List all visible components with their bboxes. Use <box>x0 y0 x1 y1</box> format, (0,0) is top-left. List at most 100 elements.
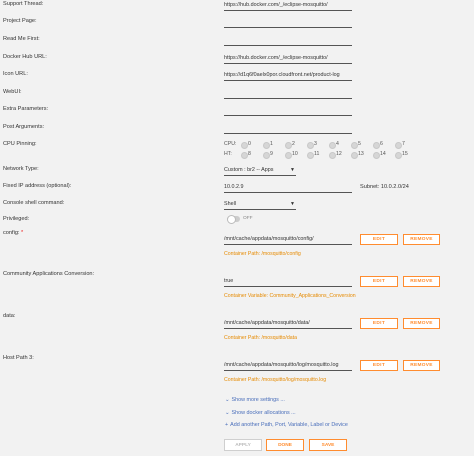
label-community-conversion: Community Applications Conversion: <box>3 271 95 277</box>
data-container-path: Container Path: /mosquitto/data <box>224 335 297 341</box>
ht-core-label: 10 <box>292 151 298 157</box>
read-me-first-input[interactable] <box>224 36 352 46</box>
ht-checkbox-8[interactable] <box>241 152 248 159</box>
config-path-input[interactable]: /mnt/cache/appdata/mosquitto/config/ <box>224 235 352 245</box>
label-icon-url: Icon URL: <box>3 71 28 77</box>
chevron-down-icon: ▼ <box>290 167 295 173</box>
ht-checkbox-12[interactable] <box>329 152 336 159</box>
community-edit-button[interactable]: EDIT <box>360 276 398 287</box>
cpu-core-label: 1 <box>270 141 273 147</box>
ht-checkbox-11[interactable] <box>307 152 314 159</box>
data-path-input[interactable]: /mnt/cache/appdata/mosquitto/data/ <box>224 319 352 329</box>
ht-core-label: 13 <box>358 151 364 157</box>
ht-checkbox-9[interactable] <box>263 152 270 159</box>
label-console-shell: Console shell command: <box>3 200 65 206</box>
cpu-checkbox-6[interactable] <box>373 142 380 149</box>
show-docker-allocations-text: Show docker allocations ... <box>231 410 296 416</box>
ht-core-label: 15 <box>402 151 408 157</box>
webui-input[interactable] <box>224 89 352 99</box>
label-network-type: Network Type: <box>3 166 39 172</box>
console-shell-value: Shell <box>224 201 236 207</box>
label-data: data: <box>3 313 16 319</box>
label-privileged: Privileged: <box>3 216 30 222</box>
chevron-down-icon: ⌄ <box>225 410 230 416</box>
cpu-core-label: 7 <box>402 141 405 147</box>
config-edit-button[interactable]: EDIT <box>360 234 398 245</box>
cpu-core-label: 0 <box>248 141 251 147</box>
config-remove-button[interactable]: REMOVE <box>403 234 440 245</box>
show-more-settings-link[interactable]: ⌄ Show more settings ... <box>225 397 285 403</box>
label-read-me-first: Read Me First: <box>3 36 40 42</box>
support-thread-input[interactable]: https://hub.docker.com/_/eclipse-mosquit… <box>224 1 352 11</box>
cpu-core-label: 2 <box>292 141 295 147</box>
community-remove-button[interactable]: REMOVE <box>403 276 440 287</box>
label-post-arguments: Post Arguments: <box>3 124 45 130</box>
apply-button[interactable]: APPLY <box>224 439 262 451</box>
cpu-core-label: 5 <box>358 141 361 147</box>
label-docker-hub-url: Docker Hub URL: <box>3 54 47 60</box>
cpu-checkbox-0[interactable] <box>241 142 248 149</box>
label-config: config: * <box>3 230 23 236</box>
community-container-variable: Container Variable: Community_Applicatio… <box>224 293 356 299</box>
console-shell-select[interactable]: Shell ▼ <box>224 200 296 210</box>
ht-checkbox-13[interactable] <box>351 152 358 159</box>
cpu-checkbox-5[interactable] <box>351 142 358 149</box>
plus-icon: + <box>225 422 229 428</box>
cpu-checkbox-4[interactable] <box>329 142 336 149</box>
privileged-state: OFF <box>243 216 253 221</box>
host-path-3-input[interactable]: /mnt/cache/appdata/mosquitto/log/mosquit… <box>224 361 352 371</box>
post-arguments-input[interactable] <box>224 124 352 134</box>
label-cpu-pinning: CPU Pinning: <box>3 141 37 147</box>
config-container-path: Container Path: /mosquitto/config <box>224 251 301 257</box>
data-remove-button[interactable]: REMOVE <box>403 318 440 329</box>
cpu-checkbox-1[interactable] <box>263 142 270 149</box>
show-docker-allocations-link[interactable]: ⌄ Show docker allocations ... <box>225 410 296 416</box>
cpu-core-label: 6 <box>380 141 383 147</box>
label-project-page: Project Page: <box>3 18 37 24</box>
community-conversion-input[interactable]: true <box>224 277 352 287</box>
docker-hub-url-input[interactable]: https://hub.docker.com/_/eclipse-mosquit… <box>224 54 352 64</box>
network-type-value: Custom : br2 -- Apps <box>224 167 274 173</box>
project-page-input[interactable] <box>224 18 352 28</box>
done-button[interactable]: DONE <box>266 439 304 451</box>
host-path-3-container-path: Container Path: /mosquitto/log/mosquitto… <box>224 377 327 383</box>
ht-core-label: 14 <box>380 151 386 157</box>
cpu-core-label: 3 <box>314 141 317 147</box>
ht-core-label: 8 <box>248 151 251 157</box>
chevron-down-icon: ⌄ <box>225 397 230 403</box>
ht-core-label: 12 <box>336 151 342 157</box>
privileged-toggle[interactable] <box>227 215 240 224</box>
icon-url-input[interactable]: https://d1q6f0aelx0por.cloudfront.net/pr… <box>224 71 352 81</box>
chevron-down-icon: ▼ <box>290 201 295 207</box>
show-more-settings-text: Show more settings ... <box>231 397 285 403</box>
cpu-row-label: CPU: <box>224 141 237 147</box>
save-button[interactable]: SAVE <box>309 439 347 451</box>
cpu-checkbox-3[interactable] <box>307 142 314 149</box>
ht-core-label: 11 <box>314 151 320 157</box>
subnet-text: Subnet: 10.0.2.0/24 <box>360 184 409 190</box>
host-path-3-edit-button[interactable]: EDIT <box>360 360 398 371</box>
label-config-text: config: <box>3 230 20 236</box>
ht-core-label: 9 <box>270 151 273 157</box>
ht-checkbox-10[interactable] <box>285 152 292 159</box>
label-fixed-ip: Fixed IP address (optional): <box>3 183 72 189</box>
cpu-checkbox-2[interactable] <box>285 142 292 149</box>
ht-row-label: HT: <box>224 151 232 157</box>
label-support-thread: Support Thread: <box>3 1 44 7</box>
extra-parameters-input[interactable] <box>224 106 352 116</box>
toggle-knob <box>227 215 236 224</box>
label-host-path-3: Host Path 3: <box>3 355 34 361</box>
add-another-link[interactable]: + Add another Path, Port, Variable, Label… <box>225 422 348 428</box>
host-path-3-remove-button[interactable]: REMOVE <box>403 360 440 371</box>
network-type-select[interactable]: Custom : br2 -- Apps ▼ <box>224 166 296 176</box>
label-extra-parameters: Extra Parameters: <box>3 106 49 112</box>
ht-checkbox-14[interactable] <box>373 152 380 159</box>
ht-checkbox-15[interactable] <box>395 152 402 159</box>
label-webui: WebUI: <box>3 89 22 95</box>
add-another-text: Add another Path, Port, Variable, Label … <box>230 422 348 428</box>
required-marker: * <box>21 230 24 236</box>
cpu-core-label: 4 <box>336 141 339 147</box>
cpu-checkbox-7[interactable] <box>395 142 402 149</box>
data-edit-button[interactable]: EDIT <box>360 318 398 329</box>
fixed-ip-input[interactable]: 10.0.2.9 <box>224 183 352 193</box>
